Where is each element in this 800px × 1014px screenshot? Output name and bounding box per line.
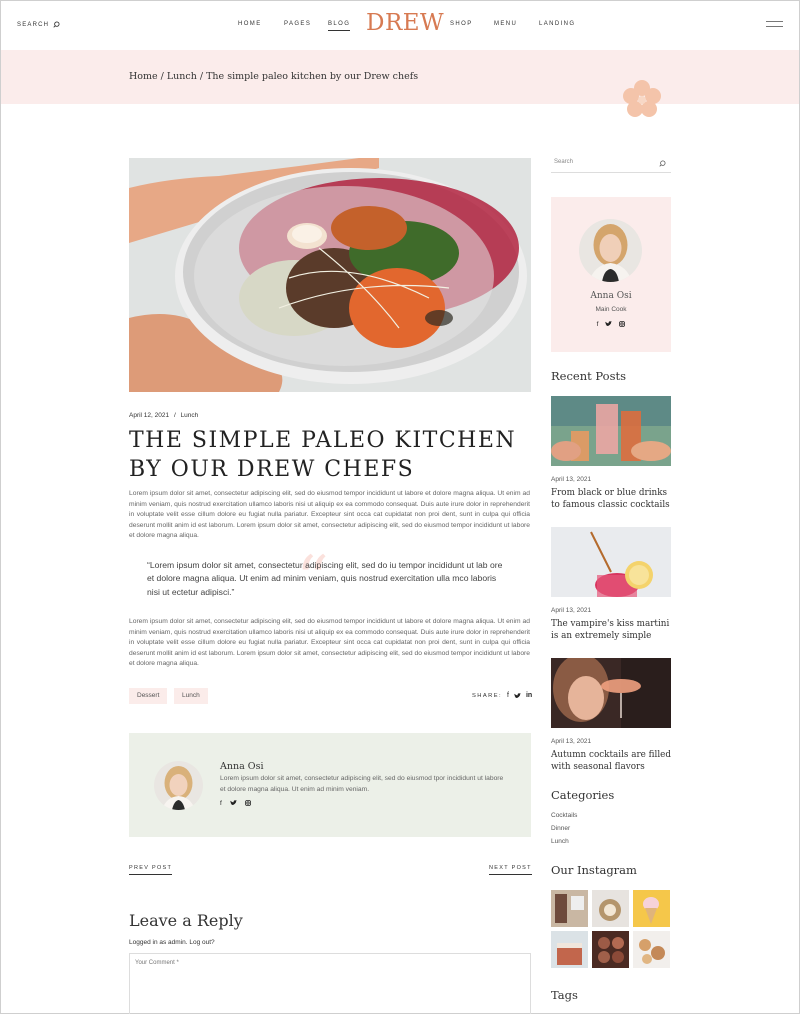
author-avatar bbox=[154, 761, 203, 810]
nav-pages[interactable]: PAGES bbox=[284, 21, 311, 27]
category-dinner[interactable]: Dinner bbox=[551, 825, 570, 832]
nav-menu[interactable]: MENU bbox=[494, 21, 517, 27]
prev-post-link[interactable]: PREV POST bbox=[129, 865, 173, 875]
recent-posts-heading: Recent Posts bbox=[551, 369, 627, 383]
nav-blog[interactable]: BLOG bbox=[328, 21, 351, 31]
reply-title: Leave a Reply bbox=[129, 911, 243, 930]
recent-post-title[interactable]: Autumn cocktails are filled with seasona… bbox=[551, 749, 675, 773]
next-post-link[interactable]: NEXT POST bbox=[489, 865, 532, 875]
logged-in-text[interactable]: Logged in as admin. Log out? bbox=[129, 939, 215, 946]
category-cocktails[interactable]: Cocktails bbox=[551, 812, 577, 819]
tag-lunch[interactable]: Lunch bbox=[174, 688, 208, 704]
recent-post-date: April 13, 2021 bbox=[551, 607, 592, 614]
facebook-icon[interactable]: f bbox=[507, 692, 509, 699]
meta-separator: / bbox=[173, 412, 176, 419]
instagram-heading: Our Instagram bbox=[551, 863, 637, 877]
comment-textarea[interactable]: Your Comment * bbox=[129, 953, 531, 1014]
categories-heading: Categories bbox=[551, 788, 615, 802]
breadcrumb[interactable]: Home / Lunch / The simple paleo kitchen … bbox=[129, 71, 418, 82]
instagram-thumbnail[interactable] bbox=[551, 931, 588, 968]
profile-name: Anna Osi bbox=[590, 291, 632, 301]
profile-role: Main Cook bbox=[595, 306, 627, 313]
instagram-thumbnail[interactable] bbox=[592, 890, 629, 927]
hamburger-icon[interactable] bbox=[766, 21, 783, 27]
profile-avatar bbox=[579, 219, 642, 282]
instagram-icon[interactable] bbox=[619, 321, 626, 327]
site-logo[interactable]: DREW bbox=[366, 10, 444, 36]
post-meta: April 12, 2021 / Lunch bbox=[129, 412, 198, 419]
recent-post-thumbnail[interactable] bbox=[551, 396, 671, 466]
facebook-icon[interactable]: f bbox=[597, 321, 599, 328]
nav-home[interactable]: HOME bbox=[238, 21, 262, 27]
instagram-thumbnail[interactable] bbox=[551, 890, 588, 927]
post-category[interactable]: Lunch bbox=[181, 412, 199, 419]
linkedin-icon[interactable]: in bbox=[526, 692, 532, 699]
post-paragraph: Lorem ipsum dolor sit amet, consectetur … bbox=[129, 490, 530, 540]
sidebar-search-input[interactable]: Search bbox=[551, 158, 671, 173]
profile-social: f bbox=[551, 321, 671, 328]
post-hero-image bbox=[129, 158, 531, 392]
post-date[interactable]: April 12, 2021 bbox=[129, 412, 169, 419]
search-icon bbox=[53, 21, 60, 28]
instagram-icon[interactable] bbox=[244, 800, 251, 806]
share-bar: SHARE: f in bbox=[472, 692, 532, 699]
recent-post-thumbnail[interactable] bbox=[551, 527, 671, 597]
recent-post-date: April 13, 2021 bbox=[551, 738, 592, 745]
recent-post-title[interactable]: The vampire's kiss martini is an extreme… bbox=[551, 618, 675, 642]
search-icon[interactable] bbox=[659, 160, 666, 167]
nav-shop[interactable]: SHOP bbox=[450, 21, 473, 27]
post-quote: “Lorem ipsum dolor sit amet, consectetur… bbox=[147, 560, 503, 597]
post-paragraph: Lorem ipsum dolor sit amet, consectetur … bbox=[129, 618, 530, 668]
twitter-icon[interactable] bbox=[229, 800, 237, 806]
share-label: SHARE: bbox=[472, 692, 502, 699]
twitter-icon[interactable] bbox=[513, 692, 521, 699]
author-social: f bbox=[220, 800, 251, 807]
post-title: THE SIMPLE PALEO KITCHEN BY OUR DREW CHE… bbox=[129, 428, 517, 482]
twitter-icon[interactable] bbox=[605, 321, 613, 327]
header-search-label: SEARCH bbox=[17, 21, 50, 28]
author-name[interactable]: Anna Osi bbox=[220, 761, 263, 772]
category-lunch[interactable]: Lunch bbox=[551, 838, 569, 845]
recent-post-date: April 13, 2021 bbox=[551, 476, 592, 483]
header-search-link[interactable]: SEARCH bbox=[17, 21, 60, 28]
instagram-thumbnail[interactable] bbox=[633, 931, 670, 968]
instagram-thumbnail[interactable] bbox=[592, 931, 629, 968]
instagram-thumbnail[interactable] bbox=[633, 890, 670, 927]
nav-landing[interactable]: LANDING bbox=[539, 21, 575, 27]
site-header: SEARCH HOME PAGES BLOG DREW SHOP MENU LA… bbox=[0, 0, 800, 50]
recent-post-thumbnail[interactable] bbox=[551, 658, 671, 728]
recent-post-title[interactable]: From black or blue drinks to famous clas… bbox=[551, 487, 675, 511]
flower-icon bbox=[623, 80, 661, 117]
facebook-icon[interactable]: f bbox=[220, 800, 222, 807]
author-bio: Lorem ipsum dolor sit amet, consectetur … bbox=[220, 775, 504, 793]
tag-dessert[interactable]: Dessert bbox=[129, 688, 168, 704]
tags-heading: Tags bbox=[551, 988, 578, 1002]
